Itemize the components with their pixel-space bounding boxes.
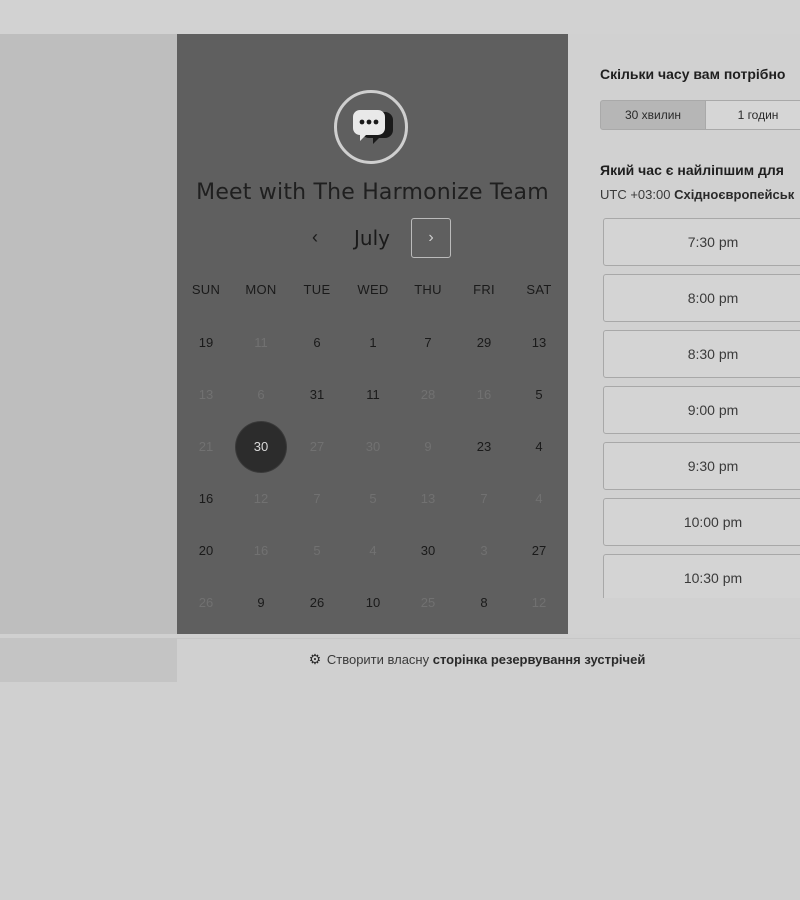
calendar-day: 11 <box>254 335 268 350</box>
timezone-selector[interactable]: UTC +03:00 Східноєвропейськ <box>600 187 794 202</box>
calendar-day[interactable]: 26 <box>292 578 342 628</box>
chevron-left-icon: ‹ <box>312 227 318 247</box>
timezone-offset: UTC +03:00 <box>600 187 671 202</box>
footer-text-bold: сторінка резервування зустрічей <box>432 652 646 667</box>
time-slot[interactable]: 10:00 pm <box>603 498 800 546</box>
time-slot[interactable]: 9:30 pm <box>603 442 800 490</box>
calendar-day[interactable]: 13 <box>514 318 564 368</box>
organizer-avatar <box>334 90 408 164</box>
calendar-day: 16 <box>476 387 492 402</box>
calendar-day: 13 <box>198 387 214 402</box>
calendar-day: 12 <box>253 491 269 506</box>
calendar-day: 3 <box>480 543 488 558</box>
footer-text-prefix: Створити власну <box>326 652 430 667</box>
time-slot-list: 7:30 pm 8:00 pm 8:30 pm 9:00 pm 9:30 pm … <box>603 218 800 598</box>
calendar-day[interactable]: 16 <box>181 474 231 524</box>
calendar-day: 28 <box>420 387 436 402</box>
calendar-day: 4 <box>369 543 377 558</box>
calendar-day[interactable]: 20 <box>181 526 231 576</box>
weekday-header-row: SUN MON TUE WED THU FRI SAT <box>177 282 568 302</box>
calendar-day[interactable]: 9 <box>236 578 286 628</box>
calendar-day: 9 <box>424 439 432 454</box>
calendar-day[interactable]: 31 <box>292 370 342 420</box>
calendar-day: 30 <box>365 439 381 454</box>
calendar-day[interactable]: 23 <box>459 422 509 472</box>
timezone-name: Східноєвропейськ <box>674 187 795 202</box>
calendar-day[interactable]: 29 <box>459 318 509 368</box>
duration-option-30-min[interactable]: 30 хвилин <box>600 100 706 130</box>
calendar-day[interactable]: 7 <box>403 318 453 368</box>
duration-selector: 30 хвилин 1 годин <box>600 100 800 130</box>
calendar-day-selected[interactable]: 30 <box>236 422 286 472</box>
weekday-wed: WED <box>357 282 389 297</box>
calendar-day[interactable]: 10 <box>348 578 398 628</box>
calendar-day: 13 <box>420 491 436 506</box>
chevron-right-icon: › <box>428 229 434 246</box>
calendar-day[interactable]: 30 <box>403 526 453 576</box>
weekday-thu: THU <box>414 282 442 297</box>
current-month-label: July <box>354 226 390 250</box>
weekday-sun: SUN <box>191 282 221 297</box>
calendar-day: 5 <box>313 543 321 558</box>
page-background-left-footer <box>0 638 177 682</box>
calendar-day[interactable]: 4 <box>514 422 564 472</box>
hubspot-sprocket-icon: ⚙ <box>308 651 322 667</box>
weekday-fri: FRI <box>473 282 495 297</box>
time-question: Який час є найліпшим для <box>600 162 784 178</box>
calendar-day-grid: 19 11 6 1 7 29 13 13 6 31 11 28 16 5 21 30 27 30 9 23 4 16 12 7… <box>177 318 568 638</box>
calendar-day[interactable]: 6 <box>292 318 342 368</box>
page-background-top <box>0 0 800 34</box>
chat-bubble-icon <box>353 110 393 144</box>
calendar-day[interactable]: 1 <box>348 318 398 368</box>
calendar-day[interactable]: 27 <box>514 526 564 576</box>
calendar-day: 4 <box>535 491 543 506</box>
calendar-day[interactable]: 5 <box>514 370 564 420</box>
calendar-day: 7 <box>480 491 488 506</box>
weekday-sat: SAT <box>526 282 552 297</box>
month-navigation: ‹ July › <box>177 218 568 258</box>
calendar-day: 25 <box>420 595 436 610</box>
create-booking-page-link[interactable]: ⚙ Створити власну сторінка резервування … <box>177 639 777 683</box>
calendar-day: 27 <box>309 439 325 454</box>
time-slot[interactable]: 10:30 pm <box>603 554 800 598</box>
meeting-scheduler-widget: Meet with The Harmonize Team ‹ July › SU… <box>177 34 800 634</box>
booking-pane: Скільки часу вам потрібно 30 хвилин 1 го… <box>568 34 800 634</box>
time-slot[interactable]: 9:00 pm <box>603 386 800 434</box>
previous-month-button[interactable]: ‹ <box>295 218 335 258</box>
calendar-day: 7 <box>313 491 321 506</box>
page-background-bottom <box>0 682 800 900</box>
calendar-day[interactable]: 19 <box>181 318 231 368</box>
time-slot[interactable]: 8:00 pm <box>603 274 800 322</box>
duration-question: Скільки часу вам потрібно <box>600 66 786 82</box>
duration-option-1-hour[interactable]: 1 годин <box>705 100 800 130</box>
page-background-left <box>0 34 177 634</box>
weekday-mon: MON <box>245 282 277 297</box>
calendar-pane: Meet with The Harmonize Team ‹ July › SU… <box>177 34 568 634</box>
time-slot[interactable]: 8:30 pm <box>603 330 800 378</box>
meeting-title: Meet with The Harmonize Team <box>196 180 549 205</box>
time-slot[interactable]: 7:30 pm <box>603 218 800 266</box>
calendar-day: 5 <box>369 491 377 506</box>
weekday-tue: TUE <box>303 282 331 297</box>
calendar-day[interactable]: 11 <box>348 370 398 420</box>
calendar-day: 12 <box>531 595 547 610</box>
footer-bar: ⚙ Створити власну сторінка резервування … <box>177 638 800 682</box>
next-month-button[interactable]: › <box>411 218 451 258</box>
calendar-day: 21 <box>198 439 214 454</box>
calendar-day: 26 <box>198 595 214 610</box>
calendar-day: 16 <box>253 543 269 558</box>
calendar-day[interactable]: 8 <box>459 578 509 628</box>
calendar-day: 6 <box>257 387 265 402</box>
